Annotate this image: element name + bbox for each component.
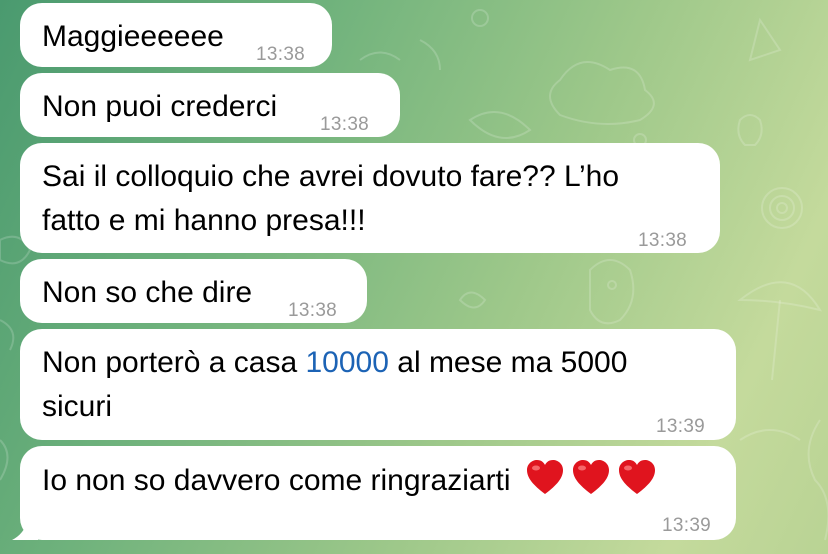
message-bubble[interactable]: Non puoi crederci 13:38	[20, 73, 400, 137]
message-bubble[interactable]: Io non so davvero come ringraziarti 13:3…	[20, 446, 736, 540]
message-timestamp: 13:38	[320, 114, 370, 135]
red-heart-icon	[572, 460, 609, 494]
message-timestamp: 13:39	[656, 416, 706, 437]
red-heart-icon	[618, 460, 655, 494]
message-text-segment: Non porterò a casa	[42, 346, 306, 379]
message-text-segment: al mese ma 5000	[388, 346, 628, 379]
message-text: Non puoi crederci	[42, 90, 278, 123]
message-text-line2: fatto e mi hanno presa!!!	[42, 204, 366, 237]
message-bubble[interactable]: Non so che dire 13:38	[20, 259, 367, 323]
message-text: Io non so davvero come ringraziarti	[42, 464, 511, 497]
message-text-line1: Io non so davvero come ringraziarti	[42, 458, 657, 501]
phone-number-link[interactable]: 10000	[305, 346, 388, 379]
message-bubble[interactable]: Sai il colloquio che avrei dovuto fare??…	[20, 143, 720, 253]
message-text-line2: sicuri	[42, 390, 113, 423]
message-text-line1: Sai il colloquio che avrei dovuto fare??…	[42, 160, 620, 193]
bubble-tail	[12, 514, 38, 540]
message-bubble[interactable]: Non porterò a casa 10000 al mese ma 5000…	[20, 329, 736, 440]
message-timestamp: 13:39	[662, 515, 712, 536]
message-text-line1: Non porterò a casa 10000 al mese ma 5000	[42, 343, 627, 383]
red-heart-icon	[526, 460, 563, 494]
message-text: Maggieeeeee	[42, 20, 224, 53]
message-timestamp: 13:38	[638, 230, 688, 251]
message-bubble[interactable]: Maggieeeeee 13:38	[20, 3, 332, 67]
message-timestamp: 13:38	[288, 300, 338, 321]
message-text: Non so che dire	[42, 276, 253, 309]
message-timestamp: 13:38	[256, 44, 306, 65]
